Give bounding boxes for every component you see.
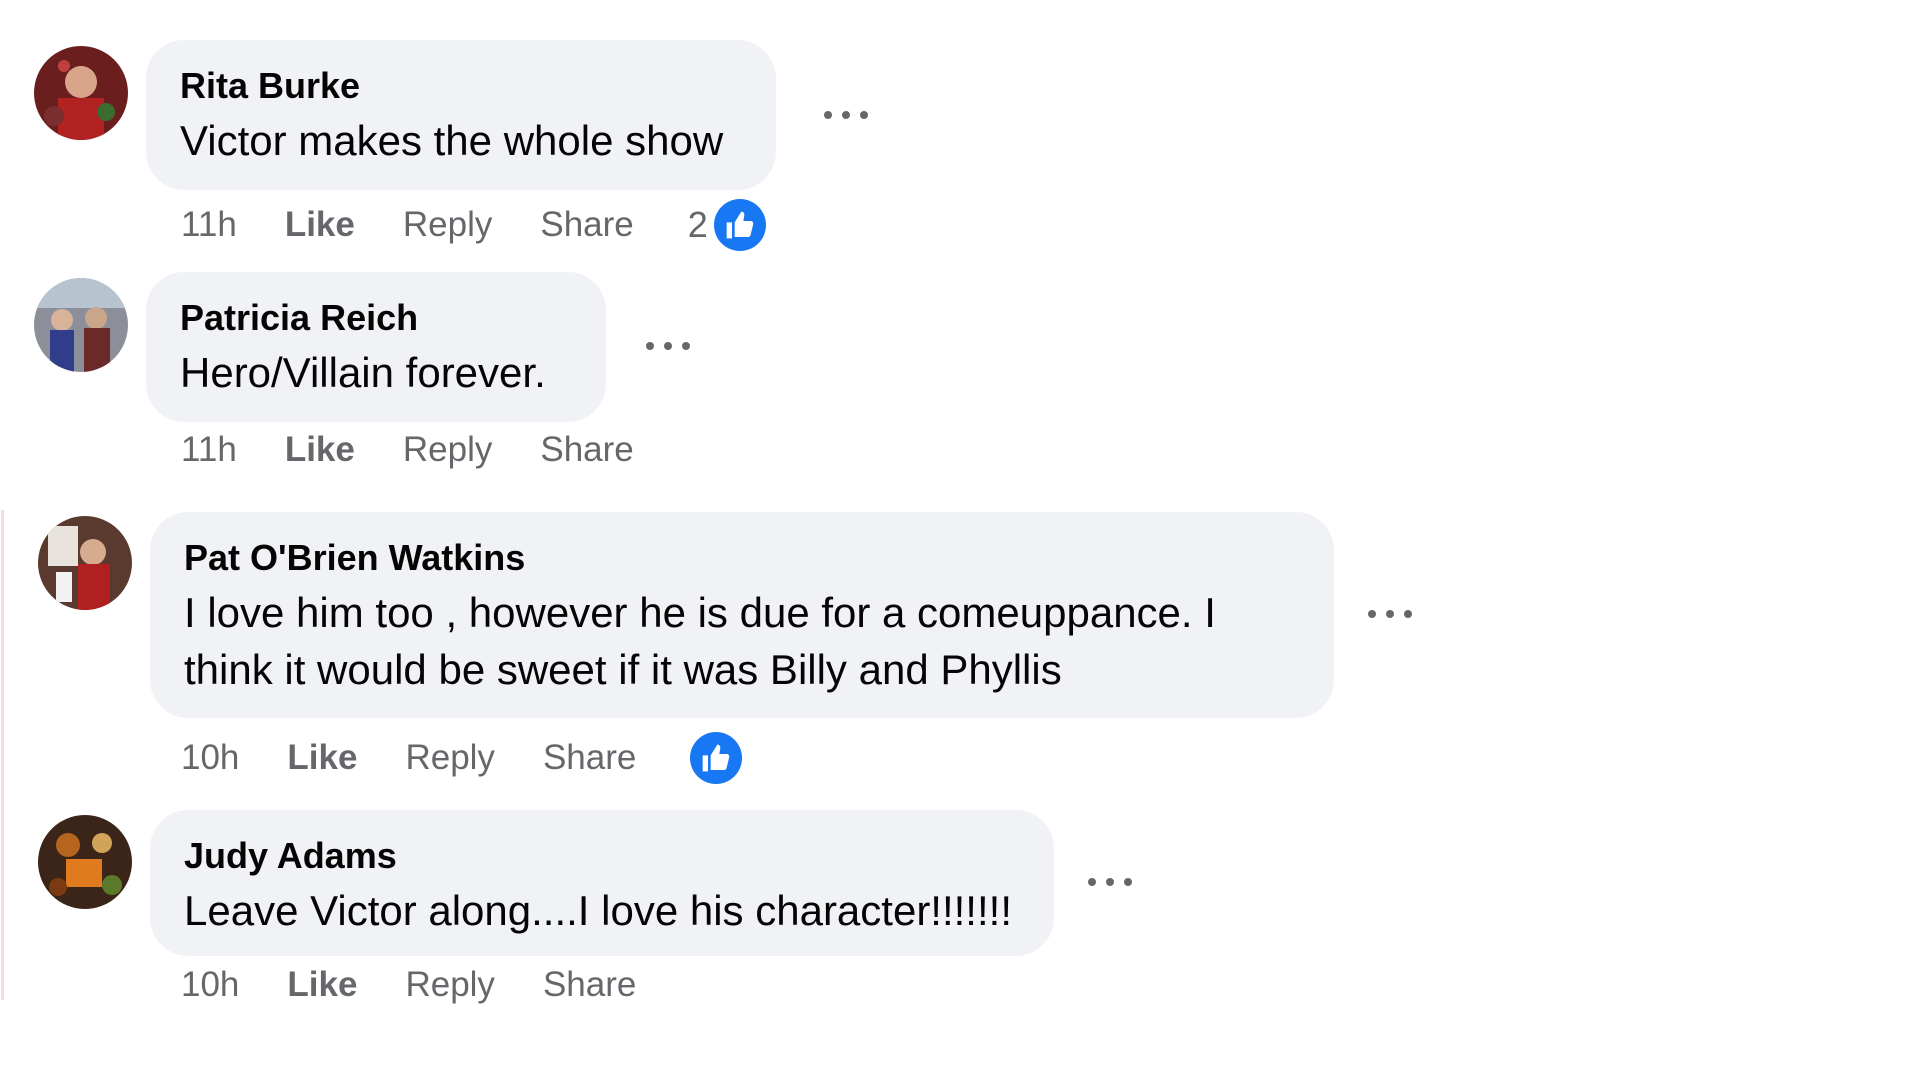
more-options-icon[interactable]: [1088, 872, 1132, 892]
comment-text: I love him too , however he is due for a…: [184, 589, 1216, 693]
reply-button[interactable]: Reply: [403, 430, 492, 470]
comment-bubble: Judy Adams Leave Victor along....I love …: [150, 810, 1054, 956]
like-icon: [713, 199, 766, 251]
share-button[interactable]: Share: [540, 430, 633, 470]
comment-text: Leave Victor along....I love his charact…: [184, 887, 1012, 934]
reply-button[interactable]: Reply: [405, 738, 494, 778]
more-options-icon[interactable]: [1368, 604, 1412, 624]
comment-bubble: Rita Burke Victor makes the whole show: [146, 40, 776, 190]
reply-button[interactable]: Reply: [405, 965, 494, 1005]
like-button[interactable]: Like: [287, 965, 357, 1005]
share-button[interactable]: Share: [543, 965, 636, 1005]
reply-button[interactable]: Reply: [403, 205, 492, 245]
comment-timestamp[interactable]: 11h: [181, 430, 237, 470]
reaction-count: 2: [687, 204, 708, 245]
comment-actions: 10h Like Reply Share: [181, 960, 684, 1010]
like-button[interactable]: Like: [285, 205, 355, 245]
comment-text: Victor makes the whole show: [180, 117, 724, 164]
comment-timestamp[interactable]: 10h: [181, 965, 239, 1005]
more-options-icon[interactable]: [824, 105, 868, 125]
reaction-summary[interactable]: [690, 732, 743, 784]
like-button[interactable]: Like: [285, 430, 355, 470]
comment-author[interactable]: Pat O'Brien Watkins: [184, 536, 1300, 580]
avatar[interactable]: [38, 815, 132, 909]
comment-actions: 11h Like Reply Share: [181, 425, 682, 475]
avatar[interactable]: [38, 516, 132, 610]
like-button[interactable]: Like: [287, 738, 357, 778]
comment-author[interactable]: Patricia Reich: [180, 296, 572, 340]
share-button[interactable]: Share: [540, 205, 633, 245]
like-icon: [690, 732, 743, 784]
comment-text: Hero/Villain forever.: [180, 349, 546, 396]
avatar[interactable]: [34, 278, 128, 372]
thread-line: [1, 510, 4, 1000]
comment-timestamp[interactable]: 11h: [181, 205, 237, 245]
comment-timestamp[interactable]: 10h: [181, 738, 239, 778]
share-button[interactable]: Share: [543, 738, 636, 778]
reaction-summary[interactable]: 2: [688, 199, 766, 251]
comment-author[interactable]: Judy Adams: [184, 834, 1020, 878]
comment-bubble: Pat O'Brien Watkins I love him too , how…: [150, 512, 1334, 718]
comment-actions: 10h Like Reply Share: [181, 732, 743, 784]
comment-actions: 11h Like Reply Share 2: [181, 199, 766, 251]
comment-bubble: Patricia Reich Hero/Villain forever.: [146, 272, 606, 422]
comment-author[interactable]: Rita Burke: [180, 64, 742, 108]
avatar[interactable]: [34, 46, 128, 140]
more-options-icon[interactable]: [646, 336, 690, 356]
comments-thread: Rita Burke Victor makes the whole show 1…: [0, 0, 1920, 1080]
